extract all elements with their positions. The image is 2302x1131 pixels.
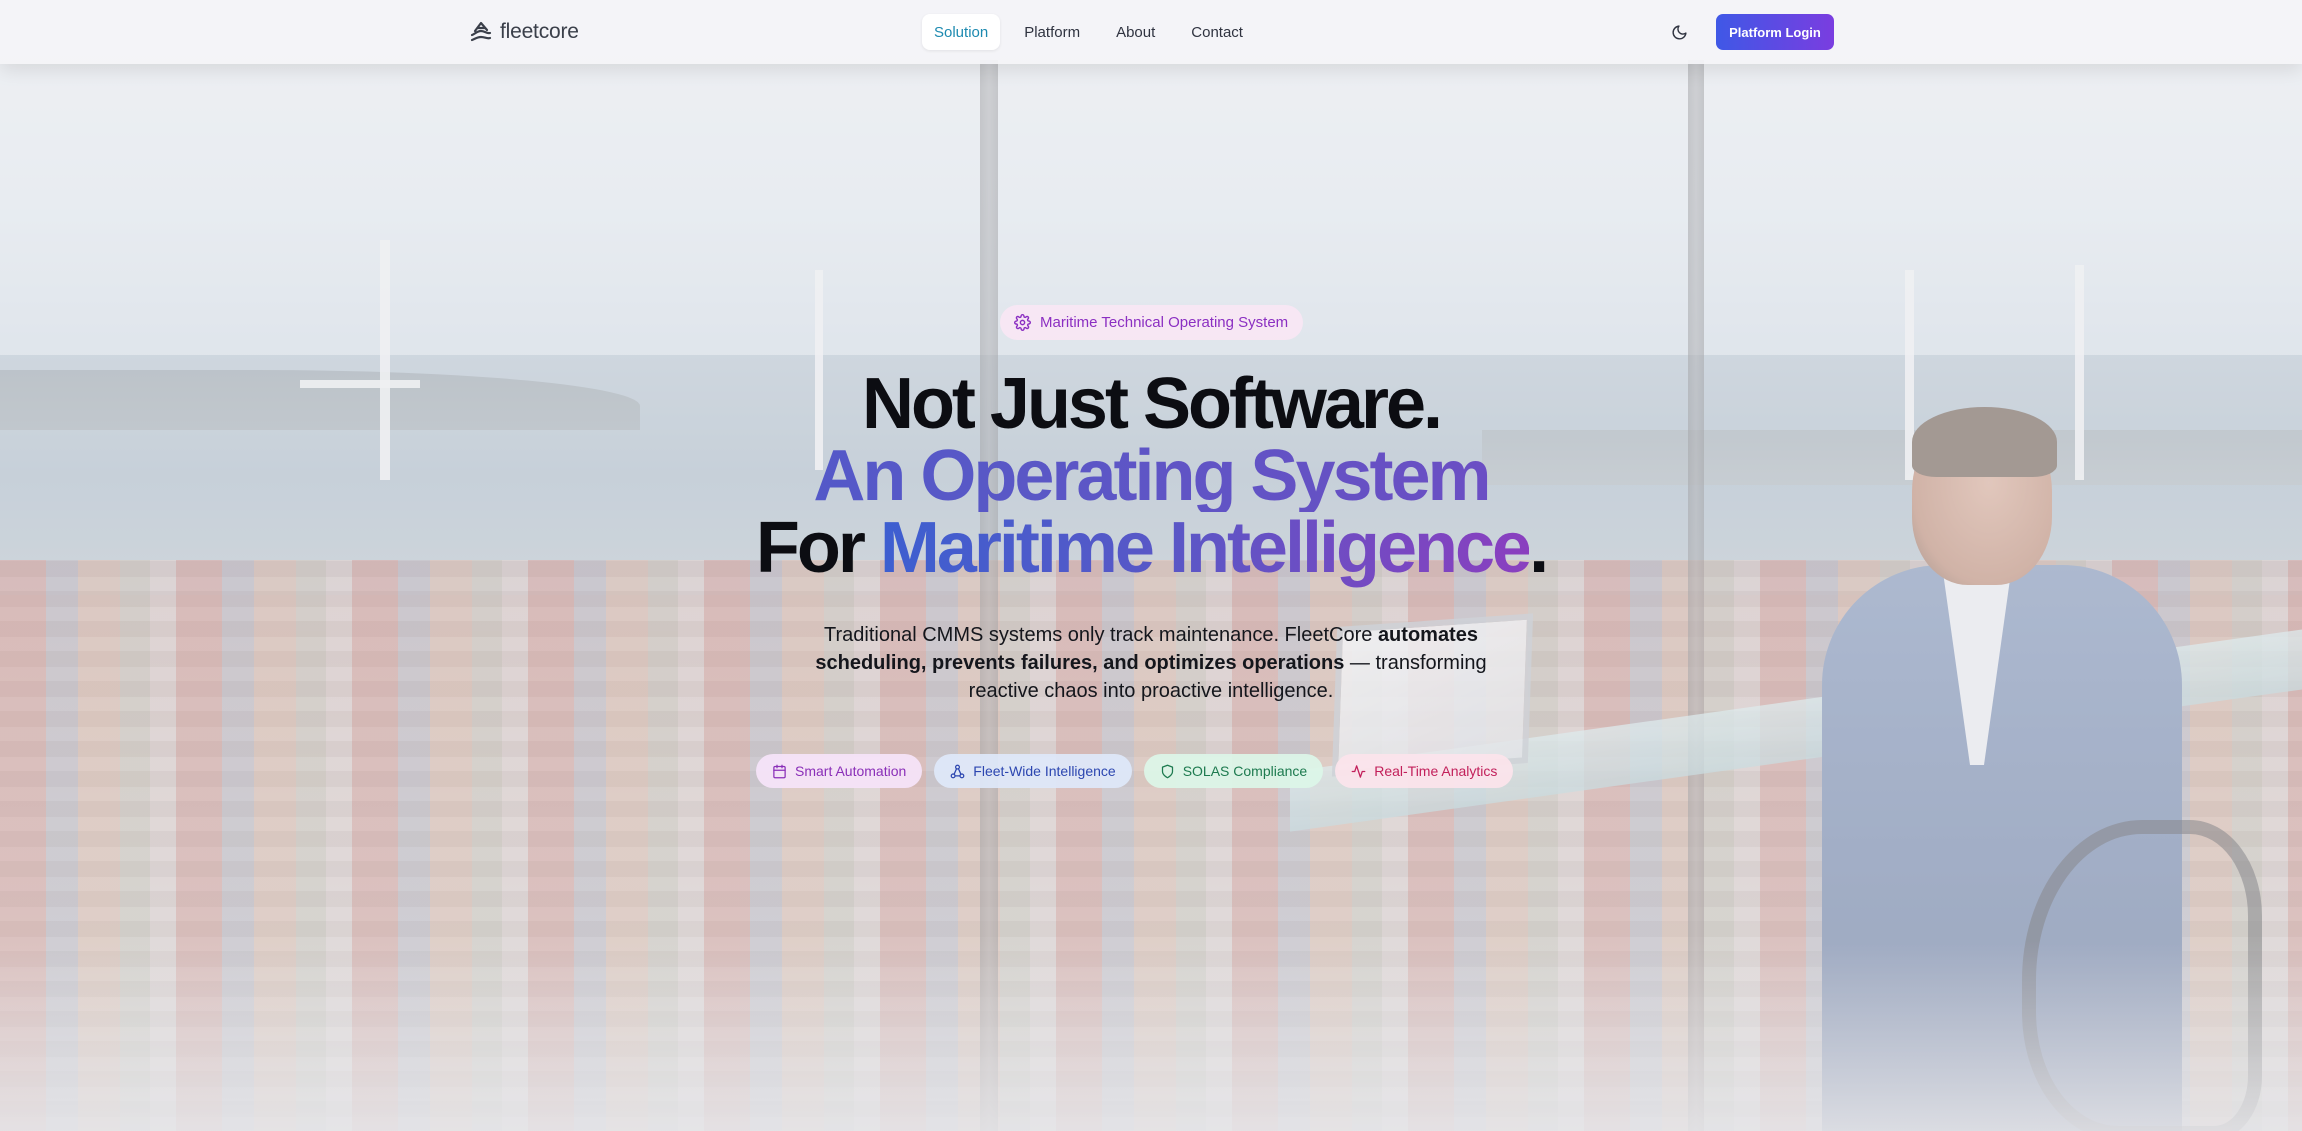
lead-text-part-1: Traditional CMMS systems only track main… [824, 624, 1378, 646]
shield-icon [1160, 764, 1175, 779]
nav-item-contact[interactable]: Contact [1179, 14, 1255, 50]
fleet-logo-icon [468, 19, 494, 45]
pill-real-time-analytics[interactable]: Real-Time Analytics [1335, 754, 1514, 788]
headline-line-2: An Operating System [0, 440, 2302, 512]
main-menu: Solution Platform About Contact [922, 14, 1255, 50]
headline-line-3-period: . [1529, 508, 1549, 588]
headline-line-3-plain: For [755, 508, 880, 588]
activity-icon [1351, 764, 1366, 779]
hero-headline: Not Just Software. An Operating System F… [0, 368, 2302, 584]
pill-label: Real-Time Analytics [1374, 763, 1498, 779]
headline-line-3-gradient: Maritime Intelligence [879, 508, 1532, 588]
nav-item-solution[interactable]: Solution [922, 14, 1001, 50]
pill-label: Fleet-Wide Intelligence [973, 763, 1116, 779]
pill-smart-automation[interactable]: Smart Automation [756, 754, 923, 788]
pill-label: Smart Automation [795, 763, 907, 779]
top-navigation: fleetcore Solution Platform About Contac… [0, 0, 2302, 64]
hero-lead-paragraph: Traditional CMMS systems only track main… [790, 621, 1512, 705]
hero-badge-label: Maritime Technical Operating System [1040, 314, 1289, 331]
nav-item-platform[interactable]: Platform [1012, 14, 1092, 50]
platform-login-button[interactable]: Platform Login [1716, 14, 1834, 50]
pill-label: SOLAS Compliance [1182, 763, 1308, 779]
pill-fleet-wide-intelligence[interactable]: Fleet-Wide Intelligence [934, 754, 1132, 788]
pill-solas-compliance[interactable]: SOLAS Compliance [1143, 754, 1324, 788]
feature-pills: Smart Automation Fleet-Wide Intelligence… [756, 754, 1514, 788]
calendar-icon [772, 764, 787, 779]
gear-icon [1014, 314, 1031, 331]
headline-line-1: Not Just Software. [861, 364, 1443, 444]
page: fleetcore Solution Platform About Contac… [0, 0, 2302, 1131]
theme-toggle-button[interactable] [1666, 19, 1692, 45]
nav-item-about[interactable]: About [1104, 14, 1167, 50]
moon-icon [1671, 24, 1688, 41]
hero-badge: Maritime Technical Operating System [1000, 305, 1303, 340]
network-icon [950, 764, 965, 779]
brand-logo[interactable]: fleetcore [468, 18, 579, 46]
brand-name: fleetcore [500, 20, 579, 43]
headline-line-3: For Maritime Intelligence. [0, 512, 2302, 584]
